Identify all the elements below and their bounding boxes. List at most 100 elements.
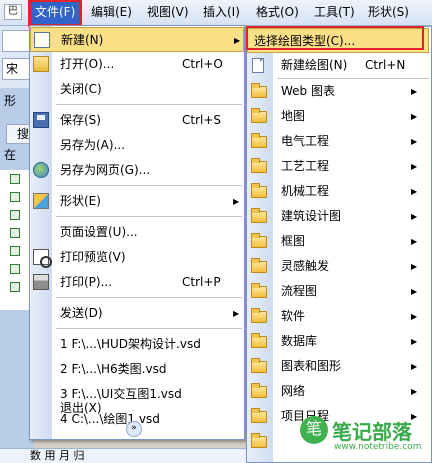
font-box[interactable]: 宋 [2, 58, 32, 80]
stencil-icon[interactable] [10, 282, 20, 292]
menu-item-new-drawing[interactable]: 新建绘图(N) Ctrl+N [247, 53, 429, 78]
menu-format[interactable]: 格式(O) [252, 2, 303, 24]
folder-icon [251, 383, 267, 398]
submenu-arrow-icon: ▶ [411, 287, 418, 296]
menu-item-process[interactable]: 工艺工程 ▶ [247, 154, 429, 179]
menu-separator [56, 104, 242, 105]
menu-item-web-charts[interactable]: Web 图表 ▶ [247, 79, 429, 104]
folder-icon [251, 308, 267, 323]
menu-item-label: 发送(D) [60, 306, 103, 320]
submenu-arrow-icon: ▶ [234, 36, 241, 45]
menu-item-label: 工艺工程 [281, 159, 330, 173]
save-disk-icon [33, 112, 49, 128]
menu-item-database[interactable]: 数据库 ▶ [247, 329, 429, 354]
folder-icon [251, 433, 267, 448]
submenu-arrow-icon: ▶ [411, 212, 418, 221]
submenu-arrow-icon: ▶ [411, 162, 418, 171]
submenu-arrow-icon: ▶ [411, 337, 418, 346]
menu-item-choose-drawing-type[interactable]: 选择绘图类型(C)... [247, 28, 429, 53]
menu-item-block-diagram[interactable]: 框图 ▶ [247, 229, 429, 254]
menu-item-label: 图表和图形 [281, 359, 342, 373]
new-drawing-icon [252, 58, 264, 73]
folder-icon [251, 108, 267, 123]
menu-item-label: 网络 [281, 384, 306, 398]
menu-item-send[interactable]: 发送(D) ▶ [30, 301, 244, 326]
menu-item-network[interactable]: 网络 ▶ [247, 379, 429, 404]
submenu-arrow-icon: ▶ [411, 262, 418, 271]
menu-item-open[interactable]: 打开(O)... Ctrl+O [30, 52, 244, 77]
menu-item-label: 关闭(C) [60, 82, 102, 96]
menu-item-label: 新建(N) [61, 33, 104, 47]
submenu-arrow-icon: ▶ [411, 362, 418, 371]
menu-item-flowchart[interactable]: 流程图 ▶ [247, 279, 429, 304]
stencil-icon[interactable] [10, 192, 20, 202]
shapes-panel-caption: 形 [4, 94, 17, 108]
submenu-arrow-icon: ▶ [411, 187, 418, 196]
stencil-icon[interactable] [10, 228, 20, 238]
new-doc-icon [34, 32, 50, 48]
stencil-icon[interactable] [10, 174, 20, 184]
folder-icon [251, 233, 267, 248]
shapes-search-scope: 在 [4, 148, 17, 162]
stencil-icon[interactable] [10, 246, 20, 256]
menu-item-electrical[interactable]: 电气工程 ▶ [247, 129, 429, 154]
menu-item-label: 新建绘图(N) [281, 58, 348, 72]
menu-item-label: 数据库 [281, 334, 318, 348]
menu-item-label: 机械工程 [281, 184, 330, 198]
menu-separator [56, 185, 242, 186]
menu-item-label: 流程图 [281, 284, 318, 298]
menu-shape[interactable]: 形状(S) [364, 2, 413, 24]
menu-item-label: 打印(P)... [60, 275, 113, 289]
menu-item-save-as-web[interactable]: 另存为网页(G)... [30, 158, 244, 183]
menu-item-print-preview[interactable]: 打印预览(V) [30, 245, 244, 270]
menu-item-software[interactable]: 软件 ▶ [247, 304, 429, 329]
menu-item-new[interactable]: 新建(N) ▶ [30, 27, 244, 52]
menu-shortcut: Ctrl+N [365, 58, 406, 72]
web-page-icon [33, 162, 49, 178]
folder-icon [251, 358, 267, 373]
menu-item-label: 保存(S) [60, 113, 101, 127]
menu-item-shapes[interactable]: 形状(E) ▶ [30, 189, 244, 214]
menu-edit[interactable]: 编辑(E) [87, 2, 136, 24]
menu-item-label: 另存为(A)... [60, 138, 126, 152]
new-submenu: 选择绘图类型(C)... 新建绘图(N) Ctrl+N Web 图表 ▶ 地图 … [246, 26, 432, 463]
open-folder-icon [33, 56, 49, 72]
app-icon[interactable]: 巴 [4, 4, 22, 20]
menu-view[interactable]: 视图(V) [143, 2, 193, 24]
menu-item-save[interactable]: 保存(S) Ctrl+S [30, 108, 244, 133]
menu-item-building[interactable]: 建筑设计图 ▶ [247, 204, 429, 229]
menu-shortcut: Ctrl+O [182, 57, 223, 71]
menu-item-charts-graphs[interactable]: 图表和图形 ▶ [247, 354, 429, 379]
menu-item-save-as[interactable]: 另存为(A)... [30, 133, 244, 158]
recent-file-2[interactable]: 2 F:\...\H6类图.vsd [30, 357, 244, 382]
watermark-url: www.notetribe.com [334, 442, 422, 452]
menu-item-label: Web 图表 [281, 84, 335, 98]
menu-item-mechanical[interactable]: 机械工程 ▶ [247, 179, 429, 204]
folder-icon [251, 408, 267, 423]
menu-insert[interactable]: 插入(I) [199, 2, 244, 24]
menu-item-label: 2 F:\...\H6类图.vsd [60, 362, 167, 376]
menu-item-label: 另存为网页(G)... [60, 163, 151, 177]
submenu-arrow-icon: ▶ [411, 137, 418, 146]
menu-item-label: 页面设置(U)... [60, 225, 138, 239]
stencil-icon[interactable] [10, 210, 20, 220]
toolbar-new-button[interactable] [2, 30, 32, 52]
menu-item-print[interactable]: 打印(P)... Ctrl+P [30, 270, 244, 295]
menu-separator [56, 216, 242, 217]
menu-item-brainstorm[interactable]: 灵感触发 ▶ [247, 254, 429, 279]
menu-item-label: 灵感触发 [281, 259, 330, 273]
menu-item-page-setup[interactable]: 页面设置(U)... [30, 220, 244, 245]
menu-item-label: 1 F:\...\HUD架构设计.vsd [60, 337, 201, 351]
chevron-double-down-icon[interactable]: » [126, 421, 142, 437]
menu-item-maps[interactable]: 地图 ▶ [247, 104, 429, 129]
menu-item-label: 退出(X) [60, 401, 102, 415]
stencil-icon[interactable] [10, 264, 20, 274]
folder-icon [251, 158, 267, 173]
recent-file-1[interactable]: 1 F:\...\HUD架构设计.vsd [30, 332, 244, 357]
menu-file[interactable]: 文件(F) [27, 0, 83, 27]
folder-icon [251, 133, 267, 148]
menu-item-close[interactable]: 关闭(C) [30, 77, 244, 102]
menu-item-exit[interactable]: 退出(X) [30, 397, 244, 419]
menu-bar: 巴 文件(F) 编辑(E) 视图(V) 插入(I) 格式(O) 工具(T) 形状… [0, 0, 432, 27]
menu-tools[interactable]: 工具(T) [310, 2, 359, 24]
